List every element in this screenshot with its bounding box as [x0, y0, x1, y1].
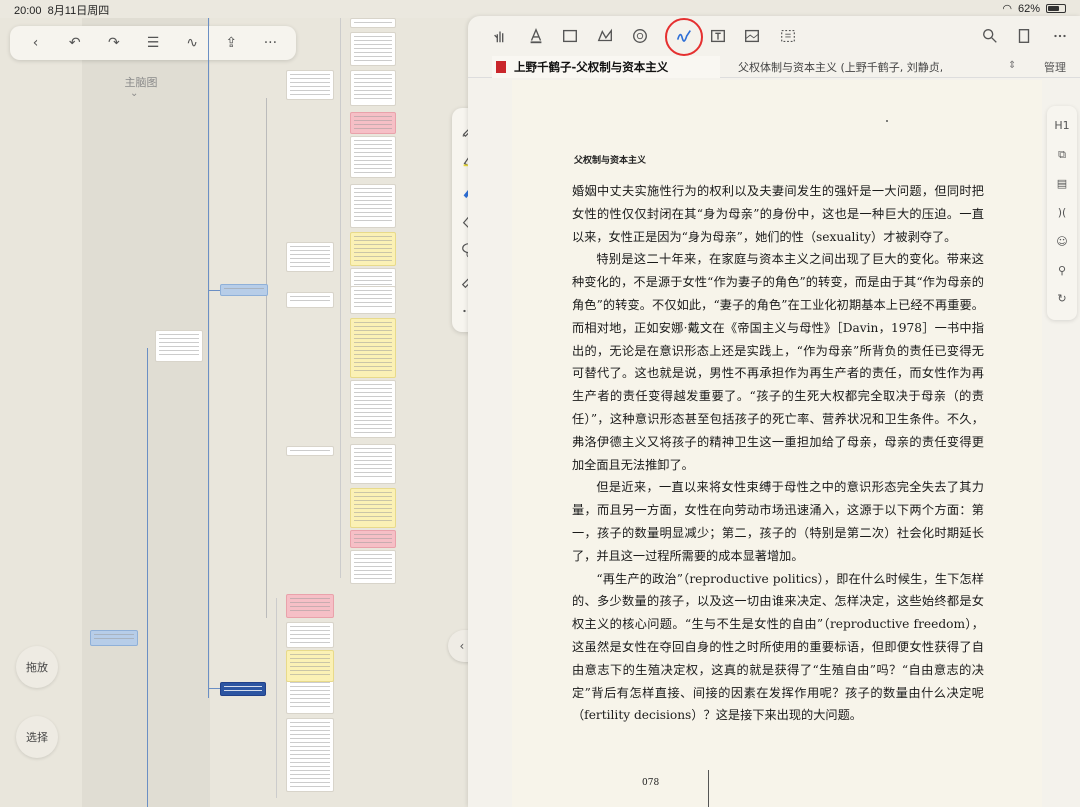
mind-node[interactable] [286, 622, 334, 648]
select-label: 选择 [26, 731, 48, 744]
mind-node[interactable] [350, 550, 396, 584]
mind-node[interactable] [350, 232, 396, 266]
tab-active-document[interactable]: 上野千鹤子-父权制与资本主义 [492, 56, 720, 78]
pdf-pane: 上野千鹤子-父权制与资本主义 父权体制与资本主义 (上野千鹤子, 刘静贞,… ⇕… [468, 16, 1080, 807]
battery-icon [1046, 4, 1066, 13]
battery-percent: 62% [1017, 2, 1040, 15]
mind-node[interactable] [350, 488, 396, 528]
date: 8月11日周四 [47, 5, 110, 17]
pdf-toolbar [468, 16, 1080, 56]
mind-node[interactable] [286, 292, 334, 308]
mind-node[interactable] [350, 32, 396, 66]
mind-map-column [82, 18, 210, 807]
clock: 20:00 [14, 5, 42, 17]
chevron-down-icon[interactable]: ⌄ [130, 88, 138, 99]
more-icon[interactable]: ··· [258, 35, 282, 51]
back-icon[interactable]: ‹ [24, 35, 48, 51]
rectangle-icon[interactable] [560, 26, 580, 46]
heading-icon[interactable]: H1 [1053, 117, 1071, 135]
document-tabs: 上野千鹤子-父权制与资本主义 父权体制与资本主义 (上野千鹤子, 刘静贞,… ⇕… [468, 56, 1080, 78]
drag-button[interactable]: 拖放 [16, 646, 58, 688]
wifi-icon: ◠ [1002, 3, 1012, 15]
search-icon[interactable] [980, 26, 1000, 46]
list-icon[interactable]: ☰ [141, 35, 165, 51]
mind-node[interactable] [286, 594, 334, 618]
pdf-page[interactable]: 父权制与资本主义 婚姻中丈夫实施性行为的权利以及夫妻间发生的强奸是一大问题，但同… [512, 80, 1042, 807]
copy-icon[interactable]: ⧉ [1053, 146, 1071, 164]
link-icon[interactable]: )( [1053, 204, 1071, 222]
hand-icon[interactable] [490, 26, 510, 46]
stamp-icon[interactable] [630, 26, 650, 46]
refresh-icon[interactable]: ↻ [1053, 290, 1071, 308]
redo-icon[interactable]: ↷ [102, 35, 126, 51]
shape-icon[interactable] [595, 26, 615, 46]
mind-line [266, 98, 267, 618]
mind-node[interactable] [286, 718, 334, 792]
mind-node[interactable] [220, 284, 268, 296]
mind-node-selected[interactable] [220, 682, 266, 696]
tab-label: 父权体制与资本主义 (上野千鹤子, 刘静贞,… [738, 61, 942, 74]
mind-line [208, 18, 209, 698]
share-icon[interactable]: ⇪ [219, 35, 243, 51]
mind-line [276, 598, 277, 798]
mind-node[interactable] [350, 112, 396, 134]
mind-map-toolbar: ‹ ↶ ↷ ☰ ∿ ⇪ ··· [10, 26, 296, 60]
mind-node[interactable] [350, 136, 396, 178]
select-button[interactable]: 选择 [16, 716, 58, 758]
mind-node[interactable] [286, 446, 334, 456]
pdf-file-icon [496, 61, 506, 73]
page-body: 婚姻中丈夫实施性行为的权利以及夫妻间发生的强奸是一大问题，但同时把女性的性仅仅封… [572, 180, 984, 727]
mind-line [147, 348, 148, 807]
bookmark-icon[interactable] [1014, 26, 1034, 46]
text-highlight-icon[interactable] [526, 26, 546, 46]
tab-second-document[interactable]: 父权体制与资本主义 (上野千鹤子, 刘静贞,… [730, 56, 942, 78]
mind-node[interactable] [350, 70, 396, 106]
textbox-icon[interactable] [708, 26, 728, 46]
emoji-icon[interactable]: ☺ [1053, 233, 1071, 251]
mind-node[interactable] [350, 530, 396, 548]
more-icon[interactable] [1050, 26, 1070, 46]
right-sidebar: H1 ⧉ ▤ )( ☺ ⚲ ↻ [1047, 106, 1077, 320]
mind-node[interactable] [350, 444, 396, 484]
mind-node[interactable] [350, 318, 396, 378]
page-mark [886, 120, 888, 122]
mind-node[interactable] [90, 630, 138, 646]
mind-node[interactable] [286, 650, 334, 682]
notebook-icon[interactable]: ▤ [1053, 175, 1071, 193]
status-right: ◠ 62% [1002, 2, 1066, 15]
paragraph: 但是近来，一直以来将女性束缚于母性之中的意识形态完全失去了其力量，而且另一方面，… [572, 480, 984, 563]
undo-icon[interactable]: ↶ [63, 35, 87, 51]
sort-icon[interactable]: ⇕ [1008, 60, 1016, 71]
tab-label: 上野千鹤子-父权制与资本主义 [514, 60, 669, 74]
mind-map-title[interactable]: 主脑图 [106, 74, 176, 90]
paragraph: 特别是这二十年来，在家庭与资本主义之间出现了巨大的变化。带来这种变化的，不是源于… [572, 252, 984, 472]
mind-node[interactable] [350, 286, 396, 314]
manage-button[interactable]: 管理 [1044, 59, 1066, 75]
mind-line [340, 18, 341, 578]
status-time: 20:00 8月11日周四 [14, 2, 109, 18]
select-area-icon[interactable] [778, 26, 798, 46]
mind-node[interactable] [350, 380, 396, 438]
mind-node[interactable] [350, 18, 396, 28]
mind-node[interactable] [350, 184, 396, 228]
app-window: 20:00 8月11日周四 ◠ 62% ‹ ↶ ↷ ☰ ∿ ⇪ ··· 主脑图 … [0, 0, 1080, 807]
mind-node[interactable] [286, 242, 334, 272]
mind-map-pane[interactable]: ‹ ↶ ↷ ☰ ∿ ⇪ ··· 主脑图 ⌄ 拖放 选择 [0, 18, 470, 807]
mind-node[interactable] [155, 330, 203, 362]
page-number: 078 [642, 778, 660, 788]
search-icon[interactable]: ⚲ [1053, 262, 1071, 280]
highlight-ring [665, 18, 703, 56]
page-running-header: 父权制与资本主义 [574, 156, 647, 166]
page-edge-line [708, 770, 709, 807]
mind-node[interactable] [286, 70, 334, 100]
image-icon[interactable] [742, 26, 762, 46]
paragraph: 婚姻中丈夫实施性行为的权利以及夫妻间发生的强奸是一大问题，但同时把女性的性仅仅封… [572, 184, 984, 244]
scribble-icon[interactable]: ∿ [180, 35, 204, 51]
drag-label: 拖放 [26, 661, 48, 674]
paragraph: “再生产的政治”（reproductive politics），即在什么时候生，… [572, 571, 984, 723]
